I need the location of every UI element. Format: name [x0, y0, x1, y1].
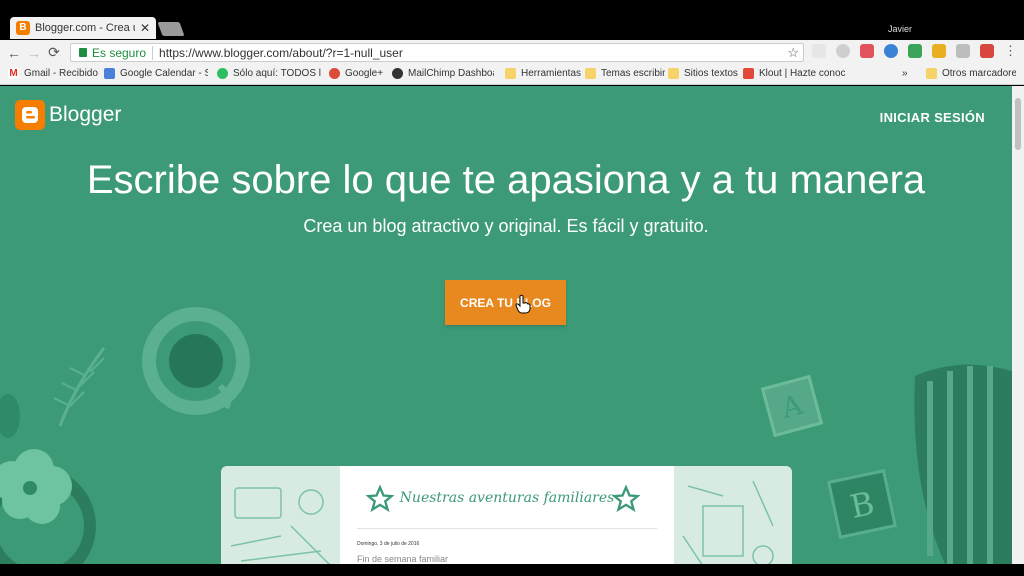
evernote-icon [217, 68, 228, 79]
bookmark-item[interactable]: Herramientas [505, 68, 581, 79]
bookmark-item[interactable]: Sitios textos [668, 68, 740, 79]
bookmark-label: Klout | Hazte conocid [759, 68, 845, 79]
tab-title: Blogger.com - Crea un bl [35, 22, 135, 34]
bookmark-item[interactable]: MailChimp Dashboar [392, 68, 494, 79]
back-arrow-icon[interactable]: ← [4, 45, 24, 61]
blogger-logo-icon [15, 100, 45, 130]
browser-tab[interactable]: B Blogger.com - Crea un bl ✕ [10, 17, 156, 39]
blogger-logo[interactable]: Blogger [15, 100, 121, 130]
bookmarks-bar: M Gmail - Recibidos Google Calendar - Se… [0, 65, 1024, 85]
extension-icon[interactable] [884, 44, 898, 58]
divider [357, 528, 657, 529]
bottom-frame [0, 564, 1024, 576]
block-b-illustration: B [827, 469, 897, 539]
url-text: https://www.blogger.com/about/?r=1-null_… [159, 45, 403, 60]
bookmark-star-icon[interactable]: ☆ [787, 45, 799, 61]
hand-cursor-icon [515, 294, 531, 314]
extension-icon[interactable] [812, 44, 826, 58]
bookmark-item[interactable]: Klout | Hazte conocid [743, 68, 845, 79]
bookmark-label: Sitios textos [684, 68, 738, 79]
extension-icon[interactable] [980, 44, 994, 58]
blogger-favicon-icon: B [16, 21, 30, 35]
bookmark-item[interactable]: Otros marcadores [926, 68, 1016, 79]
security-label: Es seguro [92, 45, 154, 60]
reload-icon[interactable]: ⟳ [44, 44, 64, 61]
folder-icon [585, 68, 596, 79]
extension-icon[interactable] [956, 44, 970, 58]
calendar-icon [104, 68, 115, 79]
page-scrollbar[interactable] [1012, 86, 1024, 564]
page-subheadline: Crea un blog atractivo y original. Es fá… [303, 216, 709, 236]
mailchimp-icon [392, 68, 403, 79]
extension-icon[interactable] [932, 44, 946, 58]
bookmarks-overflow-icon[interactable]: » [902, 68, 914, 79]
bookmark-item[interactable]: Google+ [329, 68, 389, 79]
klout-icon [743, 68, 754, 79]
extension-icon[interactable] [860, 44, 874, 58]
extension-icon[interactable] [908, 44, 922, 58]
new-tab-button[interactable] [157, 22, 185, 36]
leaf-illustration [914, 364, 1012, 564]
gmail-icon: M [8, 68, 19, 79]
bookmark-label: Google+ [345, 68, 384, 79]
preview-post-date: Domingo, 3 de julio de 2016 [357, 541, 420, 547]
bookmark-item[interactable]: Sólo aquí: TODOS los [217, 68, 321, 79]
plant-illustration [0, 347, 106, 564]
bookmark-label: Google Calendar - Se [120, 68, 208, 79]
bookmark-item[interactable]: Temas escribir [585, 68, 665, 79]
browser-window: B Blogger.com - Crea un bl ✕ Javier ← → … [0, 0, 1024, 576]
folder-icon [668, 68, 679, 79]
preview-post-title: Fin de semana familiar [357, 554, 449, 564]
blog-post-preview: Nuestras aventuras familiares Domingo, 3… [340, 466, 674, 564]
bookmark-label: Temas escribir [601, 68, 665, 79]
bookmark-label: Otros marcadores [942, 68, 1016, 79]
bookmark-label: Sólo aquí: TODOS los [233, 68, 321, 79]
signin-link[interactable]: INICIAR SESIÓN [880, 110, 985, 125]
block-a-illustration: A [760, 374, 824, 438]
menu-dots-icon[interactable]: ⋮ [1004, 43, 1017, 59]
doodle-pattern-right [682, 480, 774, 564]
bookmark-item[interactable]: Google Calendar - Se [104, 68, 208, 79]
close-tab-icon[interactable]: ✕ [140, 21, 150, 35]
folder-icon [926, 68, 937, 79]
bookmark-label: Gmail - Recibidos [24, 68, 98, 79]
doodle-pattern-left [230, 487, 331, 564]
folder-icon [505, 68, 516, 79]
scrollbar-thumb[interactable] [1015, 98, 1021, 150]
lock-icon [79, 48, 87, 57]
bookmark-item[interactable]: M Gmail - Recibidos [8, 68, 98, 79]
page-content: A B Blogger INICIAR SESIÓN Escribe sobre… [0, 86, 1012, 564]
address-bar[interactable]: Es seguro https://www.blogger.com/about/… [70, 43, 804, 62]
extension-icon[interactable] [836, 44, 850, 58]
forward-arrow-icon[interactable]: → [24, 45, 44, 61]
cup-illustration [142, 307, 250, 415]
google-plus-icon [329, 68, 340, 79]
logo-text: Blogger [49, 103, 122, 126]
title-bar: B Blogger.com - Crea un bl ✕ Javier [0, 0, 1024, 40]
bookmark-label: MailChimp Dashboar [408, 68, 494, 79]
create-blog-button[interactable]: CREA TU BLOG [445, 280, 566, 325]
bookmark-label: Herramientas [521, 68, 581, 79]
page-headline: Escribe sobre lo que te apasiona y a tu … [86, 158, 926, 202]
blog-preview-card: Nuestras aventuras familiares Domingo, 3… [221, 466, 792, 564]
profile-name[interactable]: Javier [888, 24, 912, 34]
preview-blog-title: Nuestras aventuras familiares [399, 490, 615, 506]
